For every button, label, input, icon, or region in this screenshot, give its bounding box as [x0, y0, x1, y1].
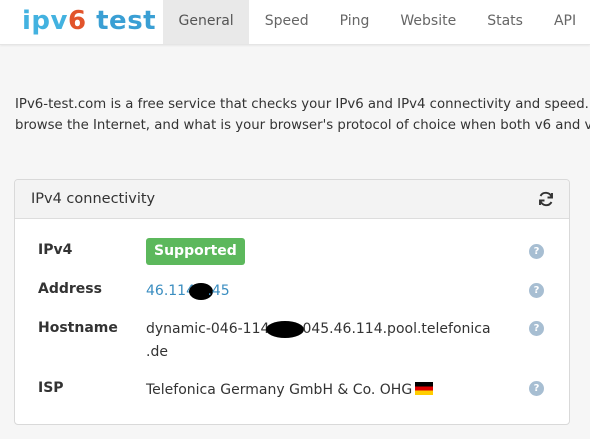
nav-item-general[interactable]: General	[163, 0, 250, 44]
address-part-end[interactable]: .45	[207, 283, 229, 299]
refresh-icon[interactable]	[537, 190, 555, 208]
intro-line-2: browse the Internet, and what is your br…	[15, 118, 590, 133]
nav-item-api[interactable]: API	[538, 0, 590, 44]
germany-flag-icon	[415, 382, 434, 395]
isp-name: Telefonica Germany GmbH & Co. OHG	[146, 382, 413, 398]
site-logo[interactable]: ipv6 test	[22, 2, 156, 40]
intro-text: IPv6-test.com is a free service that che…	[15, 94, 590, 136]
hostname-label: Hostname	[38, 320, 118, 336]
address-value[interactable]: 46.114. .45	[146, 281, 230, 301]
nav-item-speed[interactable]: Speed	[249, 0, 324, 44]
isp-label: ISP	[38, 380, 64, 396]
address-label: Address	[38, 281, 102, 297]
isp-value: Telefonica Germany GmbH & Co. OHG	[146, 380, 434, 400]
help-icon[interactable]: ?	[529, 244, 544, 259]
ipv4-value: Supported	[146, 238, 245, 265]
hostname-part-end: 045.46.114.pool.telefonica	[302, 321, 491, 337]
nav-item-website[interactable]: Website	[385, 0, 472, 44]
ipv4-label: IPv4	[38, 242, 73, 258]
hostname-part-start: dynamic-046-114-	[146, 321, 275, 337]
panel-heading: IPv4 connectivity	[15, 180, 569, 219]
help-icon[interactable]: ?	[529, 283, 544, 298]
help-icon[interactable]: ?	[529, 321, 544, 336]
logo-part-ipv: ipv	[22, 6, 68, 36]
logo-part-6: 6	[67, 6, 87, 36]
nav-menu: General Speed Ping Website Stats API	[163, 0, 590, 44]
status-badge: Supported	[146, 238, 245, 265]
logo-part-test: test	[86, 6, 157, 36]
nav-item-stats[interactable]: Stats	[472, 0, 539, 44]
ipv4-connectivity-panel: IPv4 connectivity IPv4 Supported ? Addre…	[14, 179, 570, 425]
hostname-line-2: .de	[146, 344, 168, 360]
panel-title: IPv4 connectivity	[31, 191, 156, 207]
intro-line-1: IPv6-test.com is a free service that che…	[15, 97, 590, 112]
redacted-mark	[266, 320, 305, 338]
help-icon[interactable]: ?	[529, 381, 544, 396]
nav-item-ping[interactable]: Ping	[324, 0, 385, 44]
top-navbar: ipv6 test General Speed Ping Website Sta…	[0, 0, 590, 45]
hostname-value: dynamic-046-114- 045.46.114.pool.telefoni…	[146, 319, 526, 362]
